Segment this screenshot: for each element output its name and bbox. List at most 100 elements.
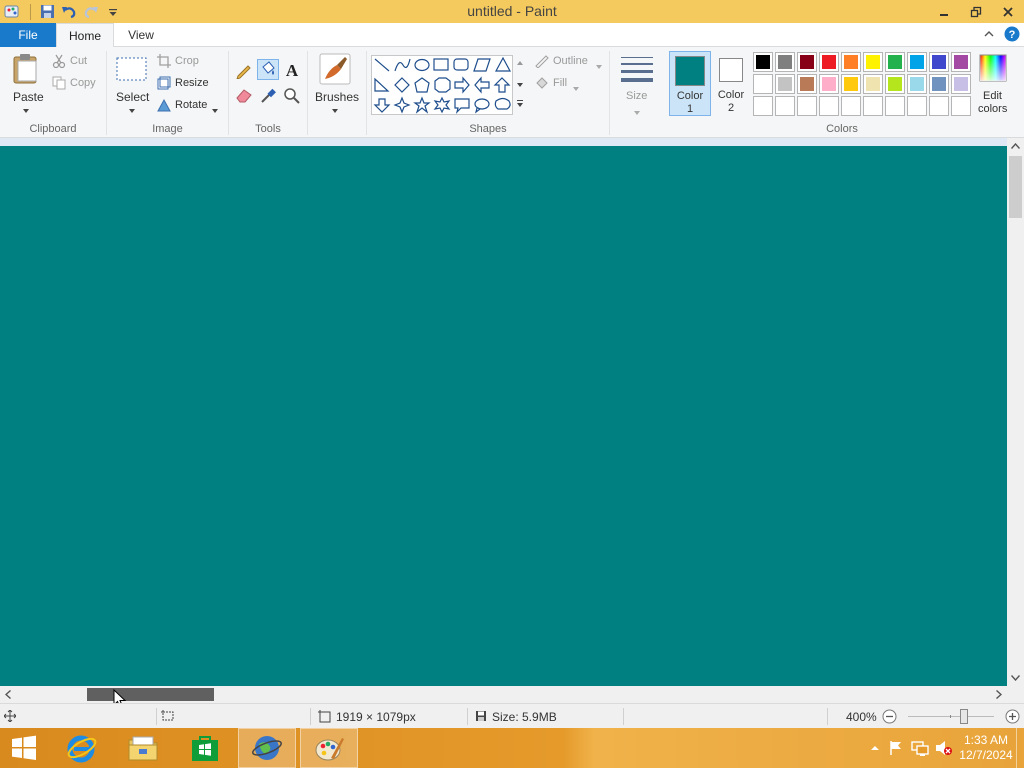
taskbar-network-app[interactable] — [238, 728, 296, 768]
palette-swatch[interactable] — [819, 74, 839, 94]
brushes-icon[interactable] — [319, 53, 351, 88]
outline-dropdown-icon[interactable] — [596, 60, 602, 72]
show-hidden-icons-icon[interactable] — [866, 745, 884, 751]
system-clock[interactable]: 1:33 AM 12/7/2024 — [956, 733, 1016, 763]
palette-swatch[interactable] — [841, 96, 861, 116]
minimize-ribbon-icon[interactable] — [984, 29, 994, 42]
edit-colors-label-2[interactable]: colors — [978, 103, 1007, 115]
paint-app-icon[interactable] — [2, 2, 22, 22]
edit-colors-icon[interactable] — [978, 53, 1008, 86]
rotate-button[interactable]: Rotate — [175, 99, 207, 111]
palette-swatch[interactable] — [907, 52, 927, 72]
color2-button[interactable]: Color 2 — [713, 51, 749, 116]
copy-button[interactable]: Copy — [70, 77, 96, 89]
select-dropdown-icon[interactable] — [129, 104, 135, 116]
zoom-slider-track[interactable] — [908, 716, 994, 717]
palette-swatch[interactable] — [797, 74, 817, 94]
palette-swatch[interactable] — [907, 96, 927, 116]
taskbar-store[interactable] — [176, 728, 234, 768]
horizontal-scroll-thumb[interactable] — [87, 688, 214, 701]
palette-swatch[interactable] — [775, 52, 795, 72]
undo-icon[interactable] — [59, 2, 79, 22]
scroll-right-icon[interactable] — [996, 690, 1002, 699]
pencil-icon[interactable] — [235, 61, 253, 82]
taskbar-file-explorer[interactable] — [114, 728, 172, 768]
palette-swatch[interactable] — [775, 74, 795, 94]
size-button[interactable]: Size — [626, 90, 647, 102]
scroll-down-icon[interactable] — [1011, 675, 1020, 681]
text-icon[interactable]: A — [284, 61, 300, 82]
zoom-slider-thumb[interactable] — [960, 709, 968, 724]
palette-swatch[interactable] — [841, 52, 861, 72]
palette-swatch[interactable] — [885, 74, 905, 94]
rotate-dropdown-icon[interactable] — [212, 104, 218, 116]
show-desktop-button[interactable] — [1016, 728, 1024, 768]
restore-button[interactable] — [960, 0, 992, 23]
zoom-out-icon[interactable] — [882, 709, 897, 724]
size-dropdown-icon[interactable] — [634, 106, 640, 118]
cut-button[interactable]: Cut — [70, 55, 87, 67]
network-status-icon[interactable] — [908, 740, 932, 756]
redo-icon[interactable] — [81, 2, 101, 22]
palette-swatch[interactable] — [819, 96, 839, 116]
magnifier-icon[interactable] — [283, 87, 301, 108]
horizontal-scrollbar[interactable] — [0, 686, 1007, 703]
select-icon[interactable] — [116, 57, 147, 84]
palette-swatch[interactable] — [753, 74, 773, 94]
close-button[interactable] — [992, 0, 1024, 23]
fill-with-color-icon[interactable] — [257, 59, 279, 80]
color1-button[interactable]: Color 1 — [669, 51, 711, 116]
scroll-up-icon[interactable] — [1011, 143, 1020, 149]
scroll-left-icon[interactable] — [5, 690, 11, 699]
palette-swatch[interactable] — [797, 96, 817, 116]
palette-swatch[interactable] — [929, 74, 949, 94]
volume-muted-icon[interactable] — [932, 740, 956, 756]
taskbar-paint[interactable] — [300, 728, 358, 768]
edit-colors-label-1[interactable]: Edit — [983, 90, 1002, 102]
fill-dropdown-icon[interactable] — [573, 82, 579, 94]
action-center-flag-icon[interactable] — [884, 740, 908, 756]
start-button[interactable] — [0, 728, 48, 768]
save-icon[interactable] — [37, 2, 57, 22]
resize-button[interactable]: Resize — [175, 77, 209, 89]
paste-dropdown-icon[interactable] — [23, 104, 29, 116]
customize-qat-icon[interactable] — [103, 2, 123, 22]
palette-swatch[interactable] — [863, 52, 883, 72]
palette-swatch[interactable] — [885, 52, 905, 72]
size-icon[interactable] — [620, 55, 654, 86]
paste-icon[interactable] — [12, 53, 40, 88]
drawing-canvas[interactable] — [0, 146, 1007, 686]
help-icon[interactable]: ? — [1004, 26, 1020, 45]
outline-button[interactable]: Outline — [553, 55, 588, 67]
crop-button[interactable]: Crop — [175, 55, 199, 67]
tab-file[interactable]: File — [0, 23, 56, 47]
palette-swatch[interactable] — [753, 52, 773, 72]
brushes-dropdown-icon[interactable] — [332, 104, 338, 116]
palette-swatch[interactable] — [753, 96, 773, 116]
tab-home[interactable]: Home — [56, 23, 114, 48]
palette-swatch[interactable] — [951, 74, 971, 94]
taskbar-internet-explorer[interactable] — [52, 728, 110, 768]
vertical-scrollbar[interactable] — [1007, 138, 1024, 686]
palette-swatch[interactable] — [951, 96, 971, 116]
select-button[interactable]: Select — [116, 90, 149, 104]
color-picker-icon[interactable] — [259, 87, 277, 108]
tab-view[interactable]: View — [114, 23, 168, 47]
eraser-icon[interactable] — [235, 87, 253, 106]
brushes-button[interactable]: Brushes — [315, 90, 359, 104]
palette-swatch[interactable] — [841, 74, 861, 94]
palette-swatch[interactable] — [929, 96, 949, 116]
palette-swatch[interactable] — [863, 96, 883, 116]
vertical-scroll-thumb[interactable] — [1009, 156, 1022, 218]
palette-swatch[interactable] — [951, 52, 971, 72]
palette-swatch[interactable] — [819, 52, 839, 72]
palette-swatch[interactable] — [775, 96, 795, 116]
palette-swatch[interactable] — [907, 74, 927, 94]
zoom-in-icon[interactable] — [1005, 709, 1020, 724]
shapes-gallery-scroll[interactable] — [514, 55, 526, 115]
paste-button[interactable]: Paste — [13, 90, 44, 104]
palette-swatch[interactable] — [797, 52, 817, 72]
minimize-button[interactable] — [928, 0, 960, 23]
palette-swatch[interactable] — [929, 52, 949, 72]
palette-swatch[interactable] — [885, 96, 905, 116]
